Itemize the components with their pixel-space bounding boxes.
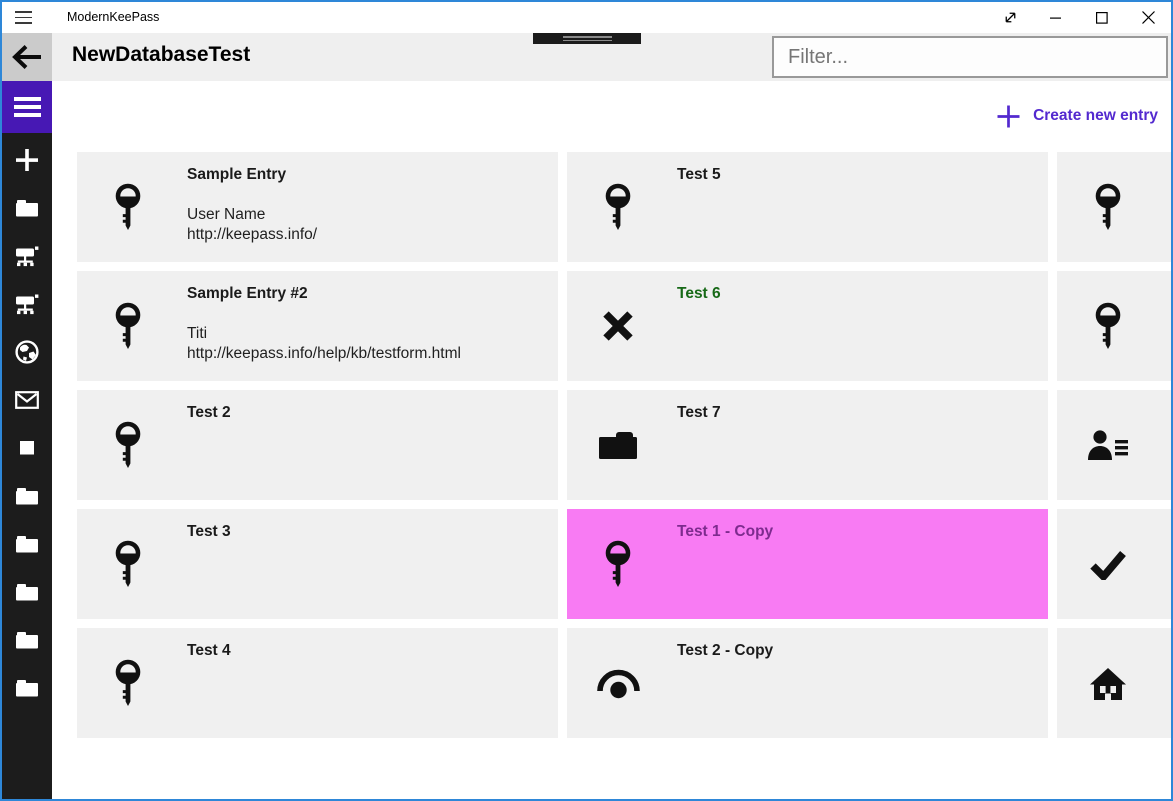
entry-grid: Sample Entry User Name http://keepass.in… bbox=[77, 152, 1171, 738]
key-icon bbox=[567, 509, 669, 619]
close-button[interactable] bbox=[1125, 2, 1171, 33]
sidebar-item-folder[interactable] bbox=[2, 184, 52, 232]
fullscreen-button[interactable] bbox=[987, 2, 1033, 33]
entry-title: Sample Entry bbox=[187, 166, 287, 183]
titlebar-hamburger-icon[interactable] bbox=[15, 9, 33, 26]
sidebar-item-add[interactable] bbox=[2, 136, 52, 184]
filter-input[interactable] bbox=[772, 36, 1168, 78]
entry-card[interactable]: Test 3 bbox=[77, 509, 558, 619]
sidebar bbox=[2, 133, 52, 799]
back-button[interactable] bbox=[2, 33, 52, 81]
entry-card[interactable] bbox=[1057, 509, 1171, 619]
sidebar-item-group[interactable] bbox=[2, 424, 52, 472]
folder-icon bbox=[16, 680, 38, 697]
sidebar-item-folder[interactable] bbox=[2, 472, 52, 520]
key-icon bbox=[567, 152, 669, 262]
sidebar-item-network[interactable] bbox=[2, 232, 52, 280]
maximize-button[interactable] bbox=[1079, 2, 1125, 33]
key-icon bbox=[77, 152, 179, 262]
entry-title: Sample Entry #2 bbox=[187, 285, 308, 302]
entry-card[interactable]: Test 5 bbox=[567, 152, 1048, 262]
entry-card-selected[interactable]: Test 1 - Copy bbox=[567, 509, 1048, 619]
entry-title: Test 5 bbox=[677, 166, 721, 183]
entry-title: Test 6 bbox=[677, 285, 721, 302]
entry-title: Test 1 - Copy bbox=[677, 523, 774, 540]
entry-card[interactable]: Sample Entry #2 Titi http://keepass.info… bbox=[77, 271, 558, 381]
entry-card[interactable]: Test 2 bbox=[77, 390, 558, 500]
create-new-entry-label: Create new entry bbox=[1033, 107, 1158, 124]
close-icon bbox=[1141, 11, 1155, 24]
titlebar: ModernKeePass bbox=[2, 2, 1171, 33]
entry-card[interactable]: Test 4 bbox=[77, 628, 558, 738]
maximize-icon bbox=[1096, 11, 1108, 24]
entry-card[interactable] bbox=[1057, 390, 1171, 500]
entry-card[interactable]: Test 6 bbox=[567, 271, 1048, 381]
sidebar-item-folder[interactable] bbox=[2, 568, 52, 616]
key-icon bbox=[1057, 152, 1159, 262]
minimize-button[interactable] bbox=[1033, 2, 1079, 33]
entry-card[interactable]: Test 7 bbox=[567, 390, 1048, 500]
folder-icon bbox=[16, 536, 38, 553]
add-icon bbox=[997, 105, 1020, 127]
sidebar-item-mail[interactable] bbox=[2, 376, 52, 424]
home-icon bbox=[1057, 628, 1159, 738]
network-icon bbox=[16, 294, 39, 314]
collapsed-flyout bbox=[533, 33, 641, 44]
folder-icon bbox=[16, 488, 38, 505]
window-controls bbox=[987, 2, 1171, 33]
nav-menu-button[interactable] bbox=[2, 81, 52, 133]
sidebar-item-folder[interactable] bbox=[2, 520, 52, 568]
minimize-icon bbox=[1050, 17, 1061, 19]
x-icon bbox=[567, 271, 669, 381]
create-new-entry-button[interactable]: Create new entry bbox=[996, 101, 1158, 131]
entry-title: Test 2 bbox=[187, 404, 231, 421]
folder-icon bbox=[567, 390, 669, 500]
globe-icon bbox=[15, 340, 39, 364]
entry-url: http://keepass.info/ bbox=[187, 226, 318, 243]
check-icon bbox=[1057, 509, 1159, 619]
sidebar-item-folder[interactable] bbox=[2, 616, 52, 664]
view-icon bbox=[567, 628, 669, 738]
add-icon bbox=[16, 149, 38, 171]
entry-title: Test 2 - Copy bbox=[677, 642, 774, 659]
entry-card[interactable]: Sample Entry User Name http://keepass.in… bbox=[77, 152, 558, 262]
entry-title: Test 3 bbox=[187, 523, 231, 540]
entry-card[interactable] bbox=[1057, 628, 1171, 738]
entry-username: User Name bbox=[187, 206, 266, 223]
key-icon bbox=[77, 509, 179, 619]
entry-card[interactable]: Test 2 - Copy bbox=[567, 628, 1048, 738]
sidebar-item-network[interactable] bbox=[2, 280, 52, 328]
back-arrow-icon bbox=[12, 45, 41, 69]
sidebar-item-globe[interactable] bbox=[2, 328, 52, 376]
fullscreen-icon bbox=[1005, 12, 1015, 23]
entry-url: http://keepass.info/help/kb/testform.htm… bbox=[187, 345, 461, 362]
entry-username: Titi bbox=[187, 325, 208, 342]
entry-card[interactable] bbox=[1057, 271, 1171, 381]
entry-card[interactable] bbox=[1057, 152, 1171, 262]
folder-icon bbox=[16, 584, 38, 601]
contact-info-icon bbox=[1057, 390, 1159, 500]
page-title: NewDatabaseTest bbox=[72, 43, 251, 66]
mail-icon bbox=[15, 391, 39, 409]
entry-title: Test 4 bbox=[187, 642, 231, 659]
folder-icon bbox=[16, 632, 38, 649]
sidebar-item-folder[interactable] bbox=[2, 664, 52, 712]
network-icon bbox=[16, 246, 39, 266]
entry-title: Test 7 bbox=[677, 404, 721, 421]
key-icon bbox=[77, 390, 179, 500]
key-icon bbox=[77, 628, 179, 738]
folder-icon bbox=[16, 200, 38, 217]
app-window: ModernKeePass NewDatabaseTest Filter... … bbox=[0, 0, 1173, 801]
app-title: ModernKeePass bbox=[67, 10, 160, 24]
square-icon bbox=[20, 441, 34, 455]
key-icon bbox=[77, 271, 179, 381]
key-icon bbox=[1057, 271, 1159, 381]
